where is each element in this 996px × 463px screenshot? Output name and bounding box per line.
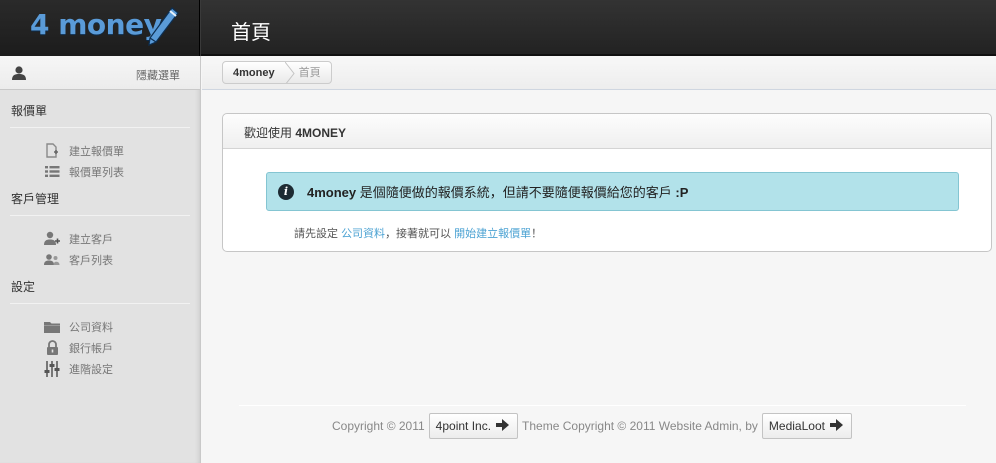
- top-header: 4 money 首頁: [0, 0, 996, 56]
- panel-header: 歡迎使用 4MONEY: [223, 114, 991, 149]
- medialoot-button[interactable]: MediaLoot: [761, 413, 852, 439]
- folder-icon: [44, 319, 60, 335]
- medialoot-button-label: MediaLoot: [768, 419, 825, 433]
- user-bar: 隱藏選單: [0, 56, 200, 90]
- footer-copyright: Copyright © 2011: [332, 419, 425, 433]
- page-title: 首頁: [231, 20, 271, 44]
- sidebar-item-create-customer[interactable]: 建立客戶: [0, 228, 200, 249]
- panel-title: 歡迎使用 4MONEY: [244, 124, 346, 141]
- sidebar-item-label: 報價單列表: [69, 166, 124, 179]
- footer-divider: [239, 405, 966, 406]
- alert-text: 4money 是個隨便做的報價系統，但請不要隨便報價給您的客戶 :P: [307, 182, 688, 201]
- hint-suffix: ！: [531, 228, 543, 240]
- setup-hint: 請先設定 公司資料，接著就可以 開始建立報價單！: [294, 225, 542, 241]
- user-icon[interactable]: [11, 65, 27, 84]
- info-alert: i 4money 是個隨便做的報價系統，但請不要隨便報價給您的客戶 :P: [266, 172, 959, 211]
- arrow-right-icon: [829, 418, 843, 434]
- sidebar-item-label: 銀行帳戶: [69, 342, 113, 355]
- sidebar-item-label: 進階設定: [69, 363, 113, 376]
- list-icon: [44, 164, 60, 180]
- sidebar-item-label: 公司資料: [69, 321, 113, 334]
- breadcrumb: 4money 首頁: [222, 61, 332, 84]
- breadcrumb-separator-icon: [284, 62, 295, 83]
- create-quote-link[interactable]: 開始建立報價單: [454, 228, 531, 240]
- breadcrumb-bar: 4money 首頁: [202, 56, 996, 90]
- breadcrumb-home[interactable]: 4money: [223, 62, 285, 83]
- app-logo[interactable]: 4 money: [30, 8, 162, 41]
- sliders-icon: [44, 360, 60, 377]
- info-icon: i: [278, 183, 294, 200]
- menu-list-settings: 公司資料 銀行帳戶 進階設定: [0, 304, 200, 383]
- panel-title-brand: 4MONEY: [295, 126, 347, 140]
- welcome-panel: 歡迎使用 4MONEY i 4money 是個隨便做的報價系統，但請不要隨便報價…: [222, 113, 992, 252]
- sidebar-item-customer-list[interactable]: 客戶列表: [0, 249, 200, 270]
- alert-brand: 4money: [307, 185, 357, 200]
- company-button-label: 4point Inc.: [435, 419, 492, 433]
- sidebar-item-quote-list[interactable]: 報價單列表: [0, 161, 200, 182]
- menu-list-quotes: 建立報價單 報價單列表: [0, 128, 200, 186]
- sidebar-item-company-info[interactable]: 公司資料: [0, 316, 200, 337]
- footer-theme-text: Theme Copyright © 2011 Website Admin, by: [522, 419, 758, 433]
- logo-area: 4 money: [0, 0, 200, 56]
- sidebar-item-label: 建立客戶: [69, 233, 113, 246]
- arrow-right-icon: [496, 418, 510, 434]
- menu-list-customers: 建立客戶 客戶列表: [0, 216, 200, 274]
- add-user-icon: [44, 231, 60, 247]
- sidebar: 隱藏選單 報價單 建立報價單 報價單列表 客戶管理 建立客戶 客戶列表 設定 公…: [0, 56, 201, 463]
- alert-message: 是個隨便做的報價系統，但請不要隨便報價給您的客戶: [356, 185, 676, 200]
- sidebar-item-bank-account[interactable]: 銀行帳戶: [0, 337, 200, 358]
- alert-emoticon: :P: [675, 185, 689, 200]
- breadcrumb-current: 首頁: [298, 67, 321, 79]
- lock-icon: [44, 340, 60, 356]
- sidebar-item-label: 客戶列表: [69, 254, 113, 267]
- sidebar-item-label: 建立報價單: [69, 145, 124, 158]
- panel-title-prefix: 歡迎使用: [244, 126, 296, 140]
- section-title-settings: 設定: [11, 280, 36, 294]
- hint-prefix: 請先設定: [294, 228, 342, 240]
- section-title-customers: 客戶管理: [11, 192, 60, 206]
- sidebar-item-advanced-settings[interactable]: 進階設定: [0, 358, 200, 379]
- company-button[interactable]: 4point Inc.: [428, 413, 519, 439]
- title-area: 首頁: [200, 0, 996, 56]
- sidebar-item-create-quote[interactable]: 建立報價單: [0, 140, 200, 161]
- hint-middle: ，接著就可以: [385, 228, 455, 240]
- users-icon: [44, 252, 60, 268]
- footer: Copyright © 2011 4point Inc. Theme Copyr…: [332, 413, 856, 439]
- new-document-icon: [44, 143, 60, 159]
- section-title-quotes: 報價單: [11, 104, 48, 118]
- pencil-icon: [146, 6, 180, 49]
- company-info-link[interactable]: 公司資料: [341, 228, 385, 240]
- hide-menu-button[interactable]: 隱藏選單: [136, 67, 180, 83]
